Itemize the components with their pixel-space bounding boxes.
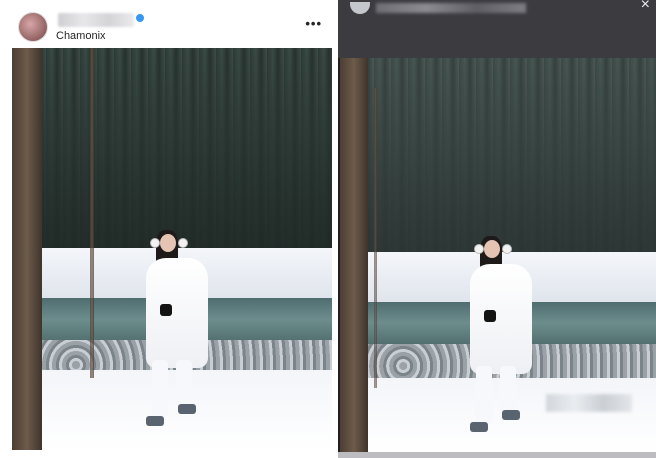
viewer-photo-tree-trunk	[340, 58, 368, 452]
post-photo[interactable]	[12, 48, 332, 450]
post-header: Chamonix •••	[12, 8, 330, 48]
person-bag	[160, 304, 172, 316]
person-leg-right	[176, 360, 192, 408]
close-icon[interactable]: ×	[641, 0, 650, 14]
person-coat	[146, 258, 208, 368]
post-location[interactable]: Chamonix	[56, 30, 106, 42]
username-redacted	[58, 13, 134, 27]
viewer-earmuff-right	[502, 244, 512, 254]
viewer-earmuff-left	[474, 244, 484, 254]
verified-badge-icon	[136, 14, 144, 22]
earmuff-left	[150, 238, 160, 248]
viewer-person-boot-left	[470, 422, 488, 432]
photo-person	[132, 228, 222, 428]
person-face	[160, 234, 176, 252]
photo-tree-branch	[90, 48, 94, 378]
viewer-footer-strip	[338, 452, 656, 458]
viewer-person-boot-right	[502, 410, 520, 420]
watermark-redacted	[546, 394, 632, 412]
viewer-person-coat	[470, 264, 532, 374]
viewer-photo-tree-branch	[374, 88, 377, 388]
viewer-person-bag	[484, 310, 496, 322]
earmuff-right	[178, 238, 188, 248]
viewer-person-face	[484, 240, 500, 258]
person-boot-left	[146, 416, 164, 426]
viewer-top-bar: ×	[338, 0, 656, 58]
viewer-person-leg-right	[500, 366, 516, 414]
screenshot-comparison: Chamonix ••• ×	[0, 0, 656, 458]
more-options-icon[interactable]: •••	[305, 16, 322, 31]
viewer-photo-person	[456, 234, 546, 434]
viewer-person-leg-left	[476, 366, 492, 424]
viewer-avatar[interactable]	[350, 2, 370, 14]
avatar[interactable]	[18, 12, 48, 42]
post-panel: Chamonix •••	[0, 0, 338, 458]
viewer-photo[interactable]	[340, 58, 656, 452]
photo-tree-trunk	[12, 48, 42, 450]
person-leg-left	[152, 360, 168, 418]
person-boot-right	[178, 404, 196, 414]
viewer-username-redacted	[376, 3, 526, 13]
